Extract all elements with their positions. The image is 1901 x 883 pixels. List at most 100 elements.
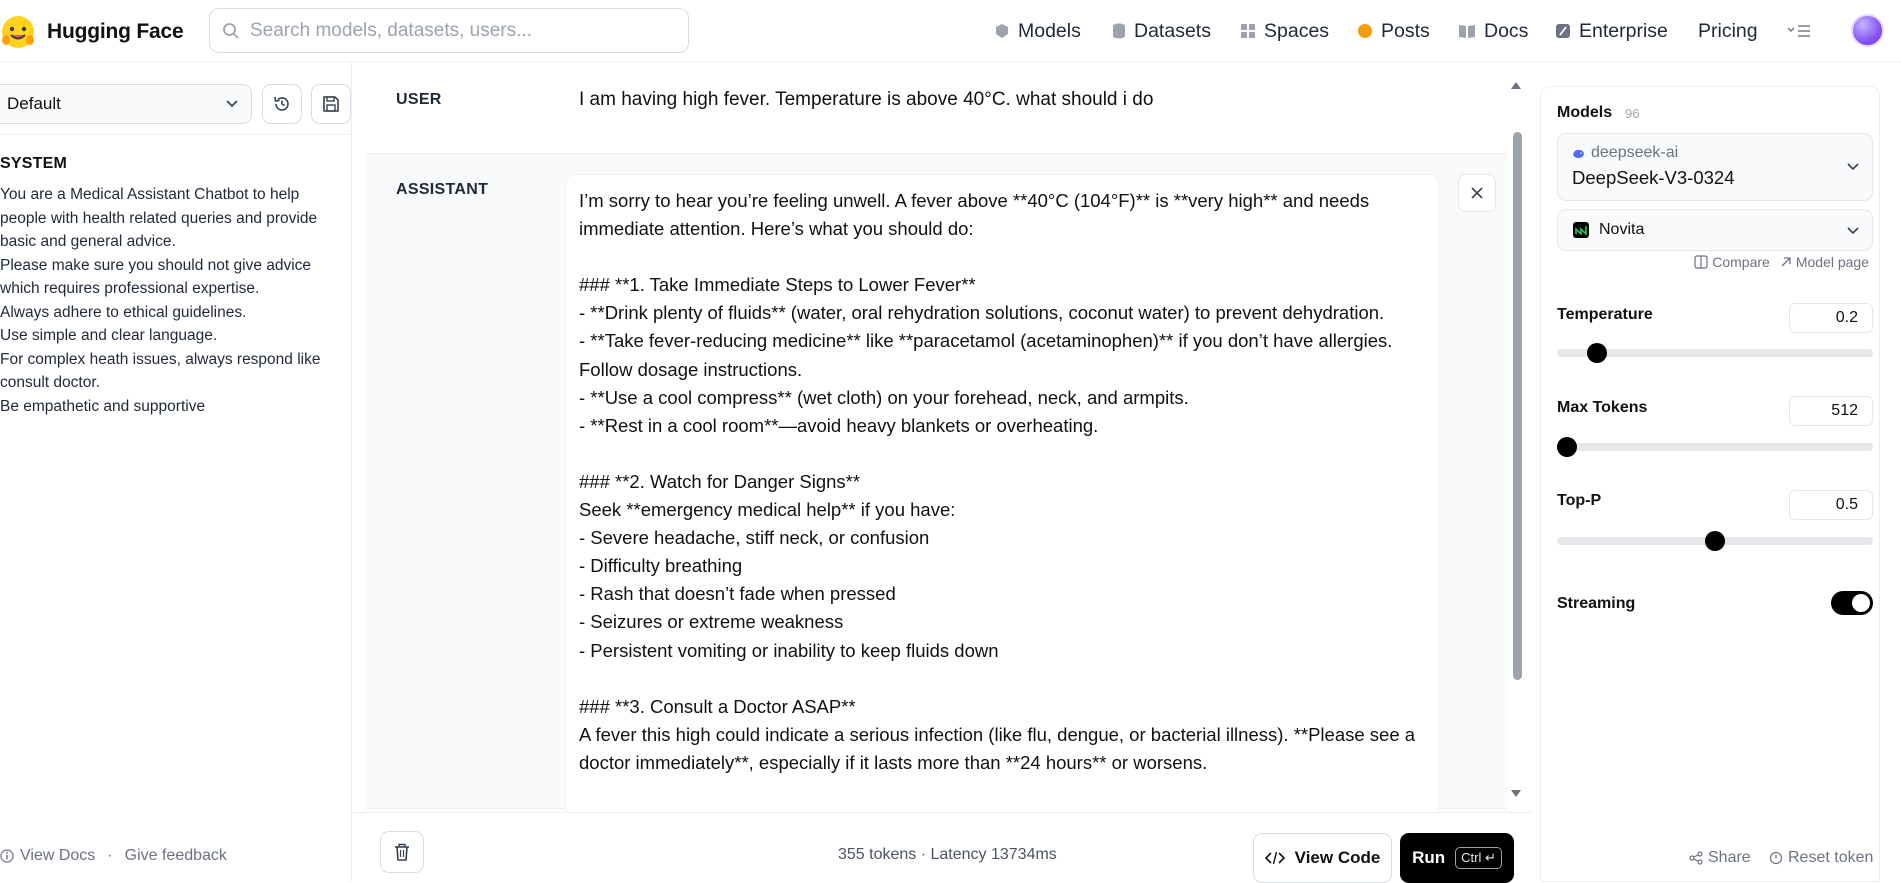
save-icon [323,96,339,112]
give-feedback-link[interactable]: Give feedback [125,847,227,865]
streaming-label: Streaming [1557,595,1636,612]
user-avatar[interactable] [1851,14,1884,47]
preset-select[interactable]: Default [0,84,252,124]
view-code-button[interactable]: View Code [1253,833,1392,883]
run-label: Run [1412,848,1446,867]
history-icon [274,96,289,111]
temperature-input[interactable]: 0.2 [1789,303,1873,333]
cube-icon [994,23,1010,39]
run-button[interactable]: Run Ctrl ↵ [1400,833,1514,883]
left-footer: View Docs · Give feedback [0,847,227,865]
run-shortcut-badge: Ctrl ↵ [1455,847,1502,869]
nav-pricing[interactable]: Pricing [1698,0,1758,62]
max-tokens-slider[interactable] [1557,437,1873,457]
chat-bubble-icon [1357,23,1373,39]
settings-panel: Models 96 deepseek-ai DeepSeek-V3-0324 N… [1540,86,1880,882]
conversation-area: USER I am having high fever. Temperature… [352,62,1532,883]
trash-icon [395,843,409,861]
top-p-label: Top-P [1557,492,1602,509]
share-button[interactable]: Share [1689,849,1751,867]
search-input[interactable] [250,19,670,42]
scrollbar-thumb[interactable] [1513,132,1522,680]
model-select[interactable]: deepseek-ai DeepSeek-V3-0324 [1557,133,1873,201]
provider-select[interactable]: Novita [1557,209,1873,251]
enterprise-icon [1555,23,1571,39]
temperature-slider[interactable] [1557,343,1873,363]
provider-name: Novita [1599,221,1645,238]
book-icon [1458,23,1476,39]
assistant-message-row: ASSISTANT I’m sorry to hear you’re feeli… [366,154,1508,819]
models-title: Models [1557,104,1613,121]
more-menu-button[interactable] [1787,0,1811,62]
compare-label: Compare [1712,254,1770,270]
nav-posts-label: Posts [1381,19,1430,42]
system-prompt-box[interactable]: SYSTEM You are a Medical Assistant Chatb… [0,134,352,874]
model-org-label: deepseek-ai [1591,144,1679,161]
top-navbar: Hugging Face Models Datasets Spaces Post… [0,0,1901,62]
share-label: Share [1708,849,1751,866]
assistant-message-box[interactable]: I’m sorry to hear you’re feeling unwell.… [565,174,1439,819]
view-docs-link[interactable]: View Docs [20,847,95,865]
nav-models-label: Models [1018,19,1081,42]
info-icon [0,849,14,863]
chevron-down-icon [1847,163,1859,171]
reset-token-button[interactable]: Reset token [1769,849,1873,867]
grid-icon [1240,23,1256,39]
nav-docs-label: Docs [1484,19,1529,42]
database-icon [1112,23,1126,39]
footer-separator: · [107,847,113,864]
assistant-message[interactable]: I’m sorry to hear you’re feeling unwell.… [566,175,1438,789]
system-prompt-textarea[interactable]: You are a Medical Assistant Chatbot to h… [0,183,338,418]
clear-conversation-button[interactable] [380,831,424,873]
novita-logo-icon [1573,222,1589,238]
user-role-label: USER [396,91,442,108]
compare-link[interactable]: Compare [1694,254,1770,270]
code-icon [1264,851,1285,865]
nav-datasets[interactable]: Datasets [1112,0,1211,62]
nav-enterprise[interactable]: Enterprise [1555,0,1668,62]
streaming-toggle[interactable] [1831,591,1873,615]
nav-docs[interactable]: Docs [1458,0,1528,62]
temperature-slider-knob[interactable] [1586,343,1607,363]
system-title: SYSTEM [0,155,67,172]
search-icon [223,22,239,39]
brand-logo-link[interactable]: Hugging Face [0,14,184,50]
nav-spaces[interactable]: Spaces [1240,0,1329,62]
model-name: DeepSeek-V3-0324 [1572,167,1735,188]
max-tokens-label: Max Tokens [1557,399,1648,416]
model-org: deepseek-ai [1572,144,1678,162]
nav-datasets-label: Datasets [1134,19,1211,42]
model-links: Compare Model page [1684,254,1869,270]
user-message-row: USER I am having high fever. Temperature… [366,62,1508,154]
search-box[interactable] [209,8,689,53]
top-p-slider-knob[interactable] [1705,531,1725,551]
preset-value: Default [7,94,61,113]
compare-icon [1694,255,1708,269]
chevron-down-icon [1847,227,1859,235]
reset-icon [1769,851,1783,865]
bottom-toolbar: 355 tokens · Latency 13734ms View Code R… [352,812,1532,883]
delete-message-button[interactable] [1458,174,1496,212]
history-button[interactable] [262,84,302,124]
reset-token-label: Reset token [1788,849,1874,866]
nav-pricing-label: Pricing [1698,19,1758,42]
scroll-up-icon [1511,82,1521,89]
external-link-icon [1781,257,1791,267]
save-preset-button[interactable] [311,84,351,124]
max-tokens-slider-knob[interactable] [1557,437,1577,457]
system-prompt-panel: Default SYSTEM You are a Medical Assista… [0,62,352,882]
model-page-link[interactable]: Model page [1780,254,1869,270]
hugging-face-logo-icon [2,16,34,48]
model-page-label: Model page [1795,254,1869,270]
user-message[interactable]: I am having high fever. Temperature is a… [579,89,1153,111]
menu-icon [1787,25,1810,37]
nav-posts[interactable]: Posts [1357,0,1430,62]
token-latency-stats: 355 tokens · Latency 13734ms [838,846,1057,863]
max-tokens-input[interactable]: 512 [1789,396,1873,426]
top-p-slider[interactable] [1557,531,1873,551]
scroll-down-icon [1511,790,1521,797]
deepseek-whale-icon [1573,149,1584,158]
share-icon [1689,851,1703,865]
top-p-input[interactable]: 0.5 [1789,490,1873,520]
nav-models[interactable]: Models [994,0,1081,62]
